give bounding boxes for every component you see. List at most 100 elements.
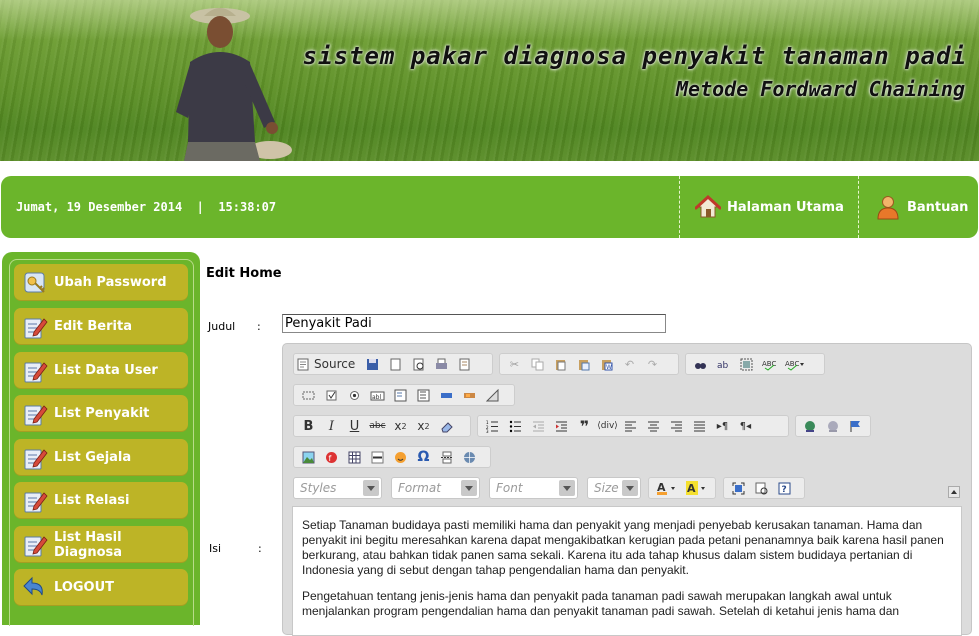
underline-button[interactable]: U	[343, 417, 366, 435]
creatediv-button[interactable]: ⟨div⟩	[596, 417, 619, 435]
nav-help-label: Bantuan	[907, 199, 969, 215]
editor-paragraph: Pengetahuan tentang jenis-jenis hama dan…	[302, 589, 900, 618]
outdent-button[interactable]	[527, 417, 550, 435]
table-icon	[348, 451, 361, 463]
format-dropdown[interactable]: Format	[391, 477, 480, 499]
cut-button[interactable]: ✂	[503, 355, 526, 373]
bold-button[interactable]: B	[297, 417, 320, 435]
align-center-button[interactable]	[642, 417, 665, 435]
radio-button[interactable]	[343, 386, 366, 404]
anchor-button[interactable]	[844, 417, 867, 435]
rtl-button[interactable]: ¶◂	[734, 417, 757, 435]
flash-button[interactable]: f	[320, 448, 343, 466]
toolbar-group-links	[795, 415, 871, 437]
paste-button[interactable]	[549, 355, 572, 373]
source-button[interactable]: Source	[297, 355, 361, 373]
site-title: sistem pakar diagnosa penyakit tanaman p…	[302, 42, 967, 70]
remove-format-button[interactable]	[435, 417, 458, 435]
show-blocks-button[interactable]	[750, 479, 773, 497]
bulleted-list-button[interactable]	[504, 417, 527, 435]
replace-button[interactable]: ab	[712, 355, 735, 373]
image-button[interactable]	[297, 448, 320, 466]
copy-button[interactable]	[526, 355, 549, 373]
editor-content-area[interactable]: Setiap Tanaman budidaya pasti memiliki h…	[292, 506, 962, 636]
align-right-button[interactable]	[665, 417, 688, 435]
table-button[interactable]	[343, 448, 366, 466]
key-icon	[24, 272, 45, 293]
strike-button[interactable]: abc	[366, 417, 389, 435]
preview-button[interactable]	[407, 355, 430, 373]
page-break-button[interactable]	[435, 448, 458, 466]
select-all-button[interactable]	[735, 355, 758, 373]
imagebutton-button[interactable]	[458, 386, 481, 404]
superscript-button[interactable]: x2	[412, 417, 435, 435]
sidebar-item-logout[interactable]: LOGOUT	[14, 569, 188, 606]
select-button[interactable]	[412, 386, 435, 404]
blockquote-button[interactable]: ❞	[573, 417, 596, 436]
judul-input[interactable]	[282, 314, 666, 333]
sidebar-item-ubah-password[interactable]: Ubah Password	[14, 264, 188, 301]
font-placeholder: Font	[496, 481, 523, 495]
outdent-icon	[533, 421, 544, 431]
maximize-button[interactable]	[727, 479, 750, 497]
size-placeholder: Size	[594, 481, 619, 495]
sidebar-item-label: List Data User	[54, 363, 158, 378]
svg-text:f: f	[329, 454, 332, 463]
iframe-button[interactable]	[458, 448, 481, 466]
sidebar-item-edit-berita[interactable]: Edit Berita	[14, 308, 188, 345]
redo-button[interactable]: ↷	[641, 355, 664, 373]
size-dropdown[interactable]: Size	[587, 477, 641, 499]
save-button[interactable]	[361, 355, 384, 373]
sidebar-item-list-penyakit[interactable]: List Penyakit	[14, 395, 188, 432]
binoculars-icon	[695, 362, 706, 369]
link-button[interactable]	[799, 417, 822, 435]
scissors-icon: ✂	[509, 357, 520, 371]
redo-icon: ↷	[647, 357, 658, 371]
align-left-button[interactable]	[619, 417, 642, 435]
print-button[interactable]	[430, 355, 453, 373]
svg-text:?: ?	[782, 485, 787, 495]
indent-button[interactable]	[550, 417, 573, 435]
toolbar-group-paragraph: 123 ❞ ⟨div⟩ ▸¶ ¶◂	[477, 415, 789, 437]
smiley-button[interactable]	[389, 448, 412, 466]
nav-home-label: Halaman Utama	[727, 199, 844, 215]
font-dropdown[interactable]: Font	[489, 477, 578, 499]
styles-dropdown[interactable]: Styles	[293, 477, 382, 499]
bg-color-button[interactable]: A	[682, 479, 712, 497]
hiddenfield-button[interactable]	[481, 386, 504, 404]
chevron-down-icon	[363, 480, 379, 496]
undo-button[interactable]: ↶	[618, 355, 641, 373]
nav-home-link[interactable]: Halaman Utama	[695, 193, 844, 221]
nav-help-link[interactable]: Bantuan	[875, 193, 968, 221]
align-justify-button[interactable]	[688, 417, 711, 435]
copy-icon	[531, 358, 544, 370]
about-button[interactable]: ?	[773, 479, 796, 497]
new-page-button[interactable]	[384, 355, 407, 373]
nav-divider	[679, 176, 680, 238]
text-color-button[interactable]: A	[652, 479, 682, 497]
italic-button[interactable]: I	[320, 417, 343, 435]
scayt-button[interactable]: ABC	[781, 355, 809, 373]
special-char-button[interactable]: Ω	[412, 448, 435, 466]
find-button[interactable]	[689, 355, 712, 373]
sidebar-item-list-relasi[interactable]: List Relasi	[14, 482, 188, 519]
isi-label: Isi	[209, 542, 222, 555]
ltr-button[interactable]: ▸¶	[711, 417, 734, 435]
checkbox-button[interactable]	[320, 386, 343, 404]
subscript-button[interactable]: x2	[389, 417, 412, 435]
spellcheck-button[interactable]: ABC	[758, 355, 781, 373]
paste-word-button[interactable]: W	[595, 355, 618, 373]
horizontal-rule-button[interactable]	[366, 448, 389, 466]
textarea-button[interactable]	[389, 386, 412, 404]
sidebar-item-list-data-user[interactable]: List Data User	[14, 352, 188, 389]
button-button[interactable]	[435, 386, 458, 404]
form-button[interactable]	[297, 386, 320, 404]
unlink-button[interactable]	[822, 417, 845, 435]
templates-button[interactable]	[453, 355, 476, 373]
toolbar-collapse-button[interactable]	[948, 486, 960, 498]
paste-text-button[interactable]	[572, 355, 595, 373]
numbered-list-button[interactable]: 123	[481, 417, 504, 435]
textfield-button[interactable]: abl	[366, 386, 389, 404]
sidebar-item-list-gejala[interactable]: List Gejala	[14, 439, 188, 476]
sidebar-item-list-hasil-diagnosa[interactable]: List Hasil Diagnosa	[14, 526, 188, 563]
